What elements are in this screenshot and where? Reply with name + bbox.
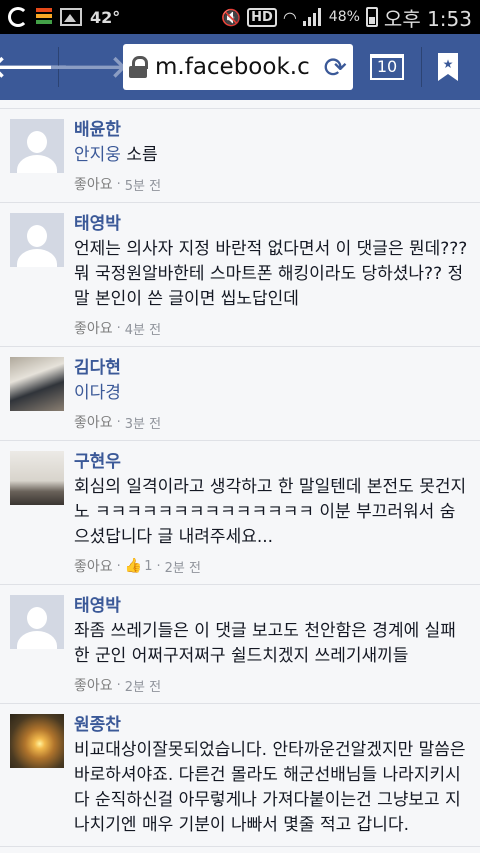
- tabs-icon: 10: [370, 54, 404, 80]
- like-link[interactable]: 좋아요: [74, 318, 113, 338]
- avatar[interactable]: [10, 451, 64, 505]
- avatar[interactable]: [10, 119, 64, 173]
- battery-icon: [365, 7, 378, 27]
- url-text: m.facebook.c: [155, 54, 310, 80]
- url-bar[interactable]: m.facebook.c ⟳: [123, 44, 353, 90]
- signal-icon: [302, 8, 323, 26]
- like-count: 1: [144, 558, 153, 574]
- thumbs-up-icon: 👍: [124, 558, 143, 574]
- comment-text: 비교대상이잘못되었습니다. 안타까운건알겠지만 말씀은 바로하셔야죠. 다른건 …: [74, 740, 466, 835]
- browser-toolbar: 🡐 🡒 m.facebook.c ⟳ 10 ★: [0, 34, 480, 100]
- clock: 오후 1:53: [383, 6, 472, 31]
- temperature: 42°: [90, 7, 121, 27]
- avatar[interactable]: [10, 357, 64, 411]
- tagged-user[interactable]: 안지웅: [74, 145, 121, 165]
- tab-count: 10: [376, 57, 398, 76]
- comment-time: 2분 전: [164, 560, 201, 576]
- g-app-icon: [8, 7, 28, 27]
- tagged-user[interactable]: 이다경: [74, 383, 121, 403]
- comment-text: 회심의 일격이라고 생각하고 한 말일텐데 본전도 못건지노 ㅋㅋㅋㅋㅋㅋㅋㅋㅋ…: [74, 477, 467, 547]
- comment-list: 배윤한 안지웅 소름 좋아요 · 5분 전 태영박 언제는 의사자 지정 바란적 없…: [0, 100, 480, 853]
- like-link[interactable]: 좋아요: [74, 412, 113, 432]
- comment-item: 태영박 좌좀 쓰레기들은 이 댓글 보고도 천안함은 경계에 실패한 군인 어쩌…: [0, 585, 480, 704]
- comment-text: 이다경: [74, 381, 470, 406]
- stack-app-icon: [36, 8, 52, 26]
- comment-time: 2분 전: [124, 679, 162, 695]
- comment-time: 4분 전: [124, 322, 162, 338]
- commenter-name[interactable]: 배윤한: [74, 119, 470, 141]
- mute-icon: 🔇: [221, 7, 242, 27]
- comment-item: 배윤한 안지웅 소름 좋아요 · 5분 전: [0, 108, 480, 203]
- comment-text: 언제는 의사자 지정 바란적 없다면서 이 댓글은 뭔데??? 뭐 국정원알바한…: [74, 239, 468, 309]
- commenter-name[interactable]: 구현우: [74, 451, 470, 473]
- comment-item: 원종찬 비교대상이잘못되었습니다. 안타까운건알겠지만 말씀은 바로하셔야죠. …: [0, 704, 480, 847]
- comment-time: 5분 전: [124, 178, 162, 194]
- commenter-name[interactable]: 태영박: [74, 595, 470, 617]
- comment-text: 안지웅 소름: [74, 145, 158, 165]
- image-icon: [60, 8, 82, 26]
- bookmark-icon: ★: [438, 53, 458, 81]
- status-bar: 42° 🔇 HD ◠ 48% 오후 1:53: [0, 0, 480, 34]
- bookmark-button[interactable]: ★: [422, 53, 474, 81]
- tabs-button[interactable]: 10: [353, 54, 421, 80]
- avatar[interactable]: [10, 595, 64, 649]
- reload-icon[interactable]: ⟳: [324, 51, 347, 84]
- comment-item: 태영박 언제는 의사자 지정 바란적 없다면서 이 댓글은 뭔데??? 뭐 국정…: [0, 203, 480, 347]
- comment-item: 김다현 이다경 좋아요 · 3분 전: [0, 347, 480, 441]
- like-link[interactable]: 좋아요: [74, 556, 113, 576]
- hd-icon: HD: [247, 7, 277, 27]
- avatar[interactable]: [10, 714, 64, 768]
- commenter-name[interactable]: 원종찬: [74, 714, 470, 736]
- arrow-right-icon: 🡒: [47, 50, 129, 85]
- like-link[interactable]: 좋아요: [74, 675, 113, 695]
- wifi-icon: ◠: [282, 7, 297, 27]
- avatar[interactable]: [10, 213, 64, 267]
- comment-text: 좌좀 쓰레기들은 이 댓글 보고도 천안함은 경계에 실패한 군인 어쩌구저쩌구…: [74, 621, 456, 666]
- commenter-name[interactable]: 태영박: [74, 213, 470, 235]
- commenter-name[interactable]: 김다현: [74, 357, 470, 379]
- comment-item: 구현우 회심의 일격이라고 생각하고 한 말일텐데 본전도 못건지노 ㅋㅋㅋㅋㅋ…: [0, 441, 480, 585]
- comment-time: 3분 전: [124, 416, 162, 432]
- battery-percent: 48%: [328, 9, 360, 25]
- forward-button[interactable]: 🡒: [48, 34, 128, 100]
- like-link[interactable]: 좋아요: [74, 174, 113, 194]
- lock-icon: [129, 56, 148, 78]
